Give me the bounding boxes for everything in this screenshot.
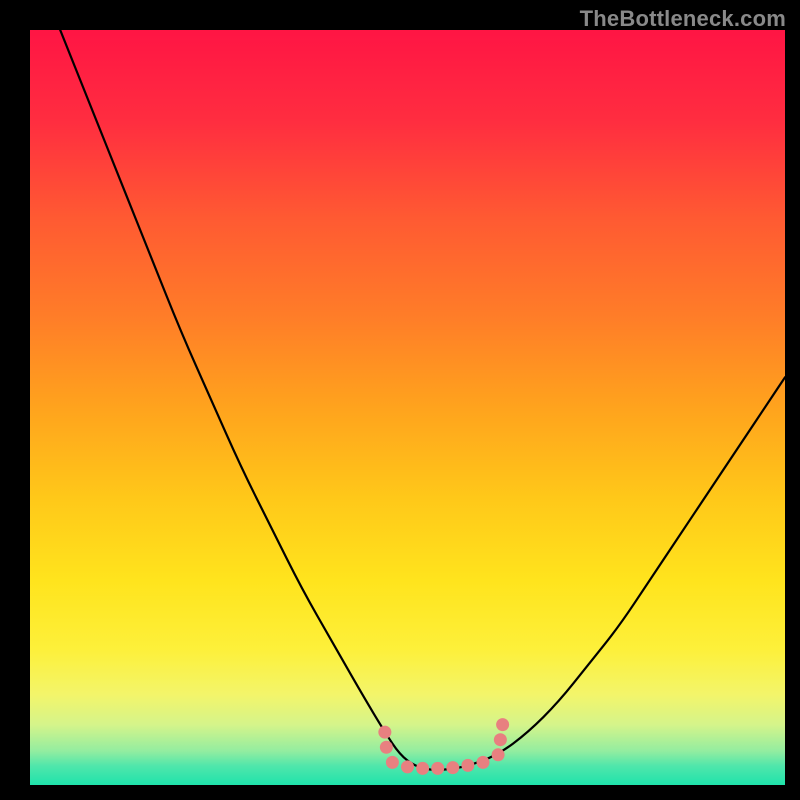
data-marker: [494, 733, 507, 746]
chart-frame: TheBottleneck.com: [0, 0, 800, 800]
data-marker: [461, 759, 474, 772]
data-marker: [378, 726, 391, 739]
data-marker: [496, 718, 509, 731]
plot-area: [30, 30, 785, 785]
gradient-background: [30, 30, 785, 785]
data-marker: [477, 756, 490, 769]
data-marker: [492, 748, 505, 761]
data-marker: [386, 756, 399, 769]
watermark-text: TheBottleneck.com: [580, 6, 786, 32]
data-marker: [380, 741, 393, 754]
data-marker: [416, 762, 429, 775]
chart-svg: [30, 30, 785, 785]
data-marker: [401, 760, 414, 773]
data-marker: [431, 762, 444, 775]
data-marker: [446, 761, 459, 774]
